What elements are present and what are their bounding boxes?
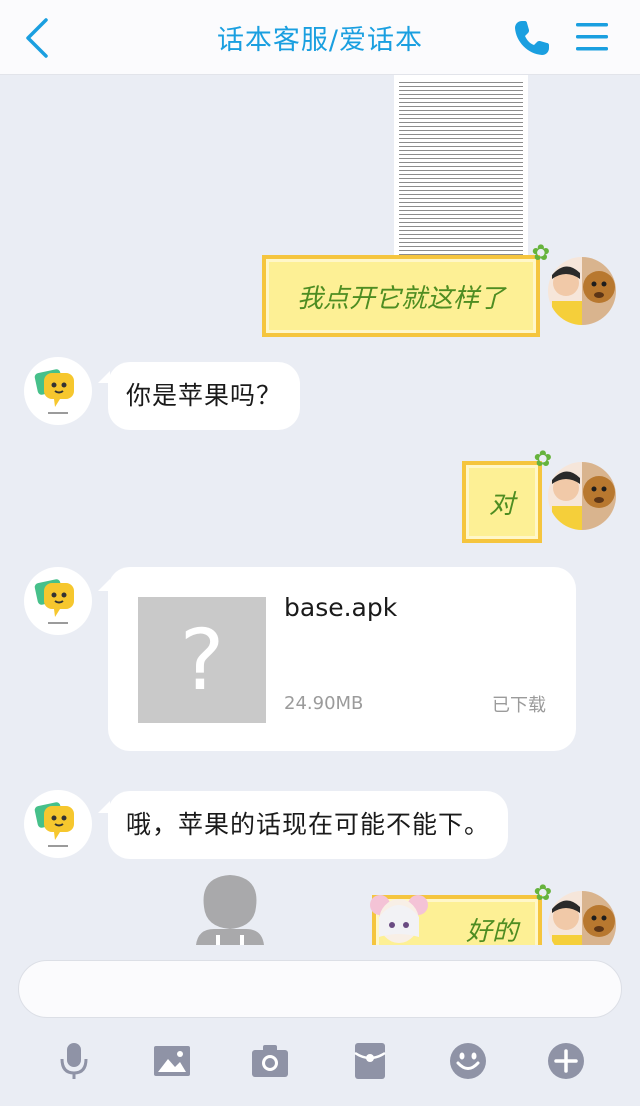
bot-avatar[interactable]	[24, 357, 92, 425]
download-status: 已下载	[492, 695, 546, 716]
message-text: 哦，苹果的话现在可能不能下。	[126, 810, 491, 839]
nav-bar: 话本客服/爱话本	[0, 0, 640, 75]
bot-avatar[interactable]	[24, 567, 92, 635]
leaf-decoration-icon: ✿	[533, 447, 552, 472]
camera-icon[interactable]	[250, 1041, 290, 1081]
message-bubble[interactable]: 哦，苹果的话现在可能不能下。	[108, 791, 509, 859]
file-size: 24.90MB	[284, 693, 364, 714]
sticker-message[interactable]: 我点开它就这样了 ✿	[262, 241, 550, 337]
message-input[interactable]	[18, 960, 622, 1018]
user-avatar[interactable]	[548, 462, 616, 530]
user-avatar[interactable]	[548, 257, 616, 325]
input-bar	[0, 945, 640, 1106]
image-icon[interactable]	[152, 1041, 192, 1081]
file-message-card[interactable]: ? base.apk 24.90MB 已下载	[108, 567, 576, 751]
unknown-file-icon: ?	[138, 597, 266, 723]
microphone-icon[interactable]	[54, 1041, 94, 1081]
sticker-message[interactable]: 对 ✿	[462, 447, 552, 543]
file-name: base.apk	[284, 593, 398, 622]
leaf-decoration-icon: ✿	[531, 241, 550, 266]
bot-avatar[interactable]	[24, 790, 92, 858]
placeholder-avatar-icon[interactable]	[190, 871, 268, 945]
sticker-text: 我点开它就这样了	[296, 283, 505, 314]
sticker-text: 好的	[465, 916, 518, 946]
phone-icon[interactable]	[512, 18, 552, 58]
sticker-message[interactable]: 好的 ✿	[370, 881, 552, 946]
sticker-text: 对	[488, 489, 515, 520]
emoji-icon[interactable]	[448, 1041, 488, 1081]
message-list[interactable]: 我点开它就这样了 ✿ 你是苹果吗？ 对 ✿ ? base.apk 24.90MB…	[0, 75, 640, 945]
plus-icon[interactable]	[546, 1041, 586, 1081]
anime-girl-icon	[370, 895, 428, 943]
red-packet-icon[interactable]	[350, 1041, 390, 1081]
leaf-decoration-icon: ✿	[533, 881, 552, 906]
message-bubble[interactable]: 你是苹果吗？	[108, 362, 301, 430]
menu-icon[interactable]	[574, 20, 610, 54]
message-text: 你是苹果吗？	[126, 381, 283, 410]
user-avatar[interactable]	[548, 891, 616, 945]
